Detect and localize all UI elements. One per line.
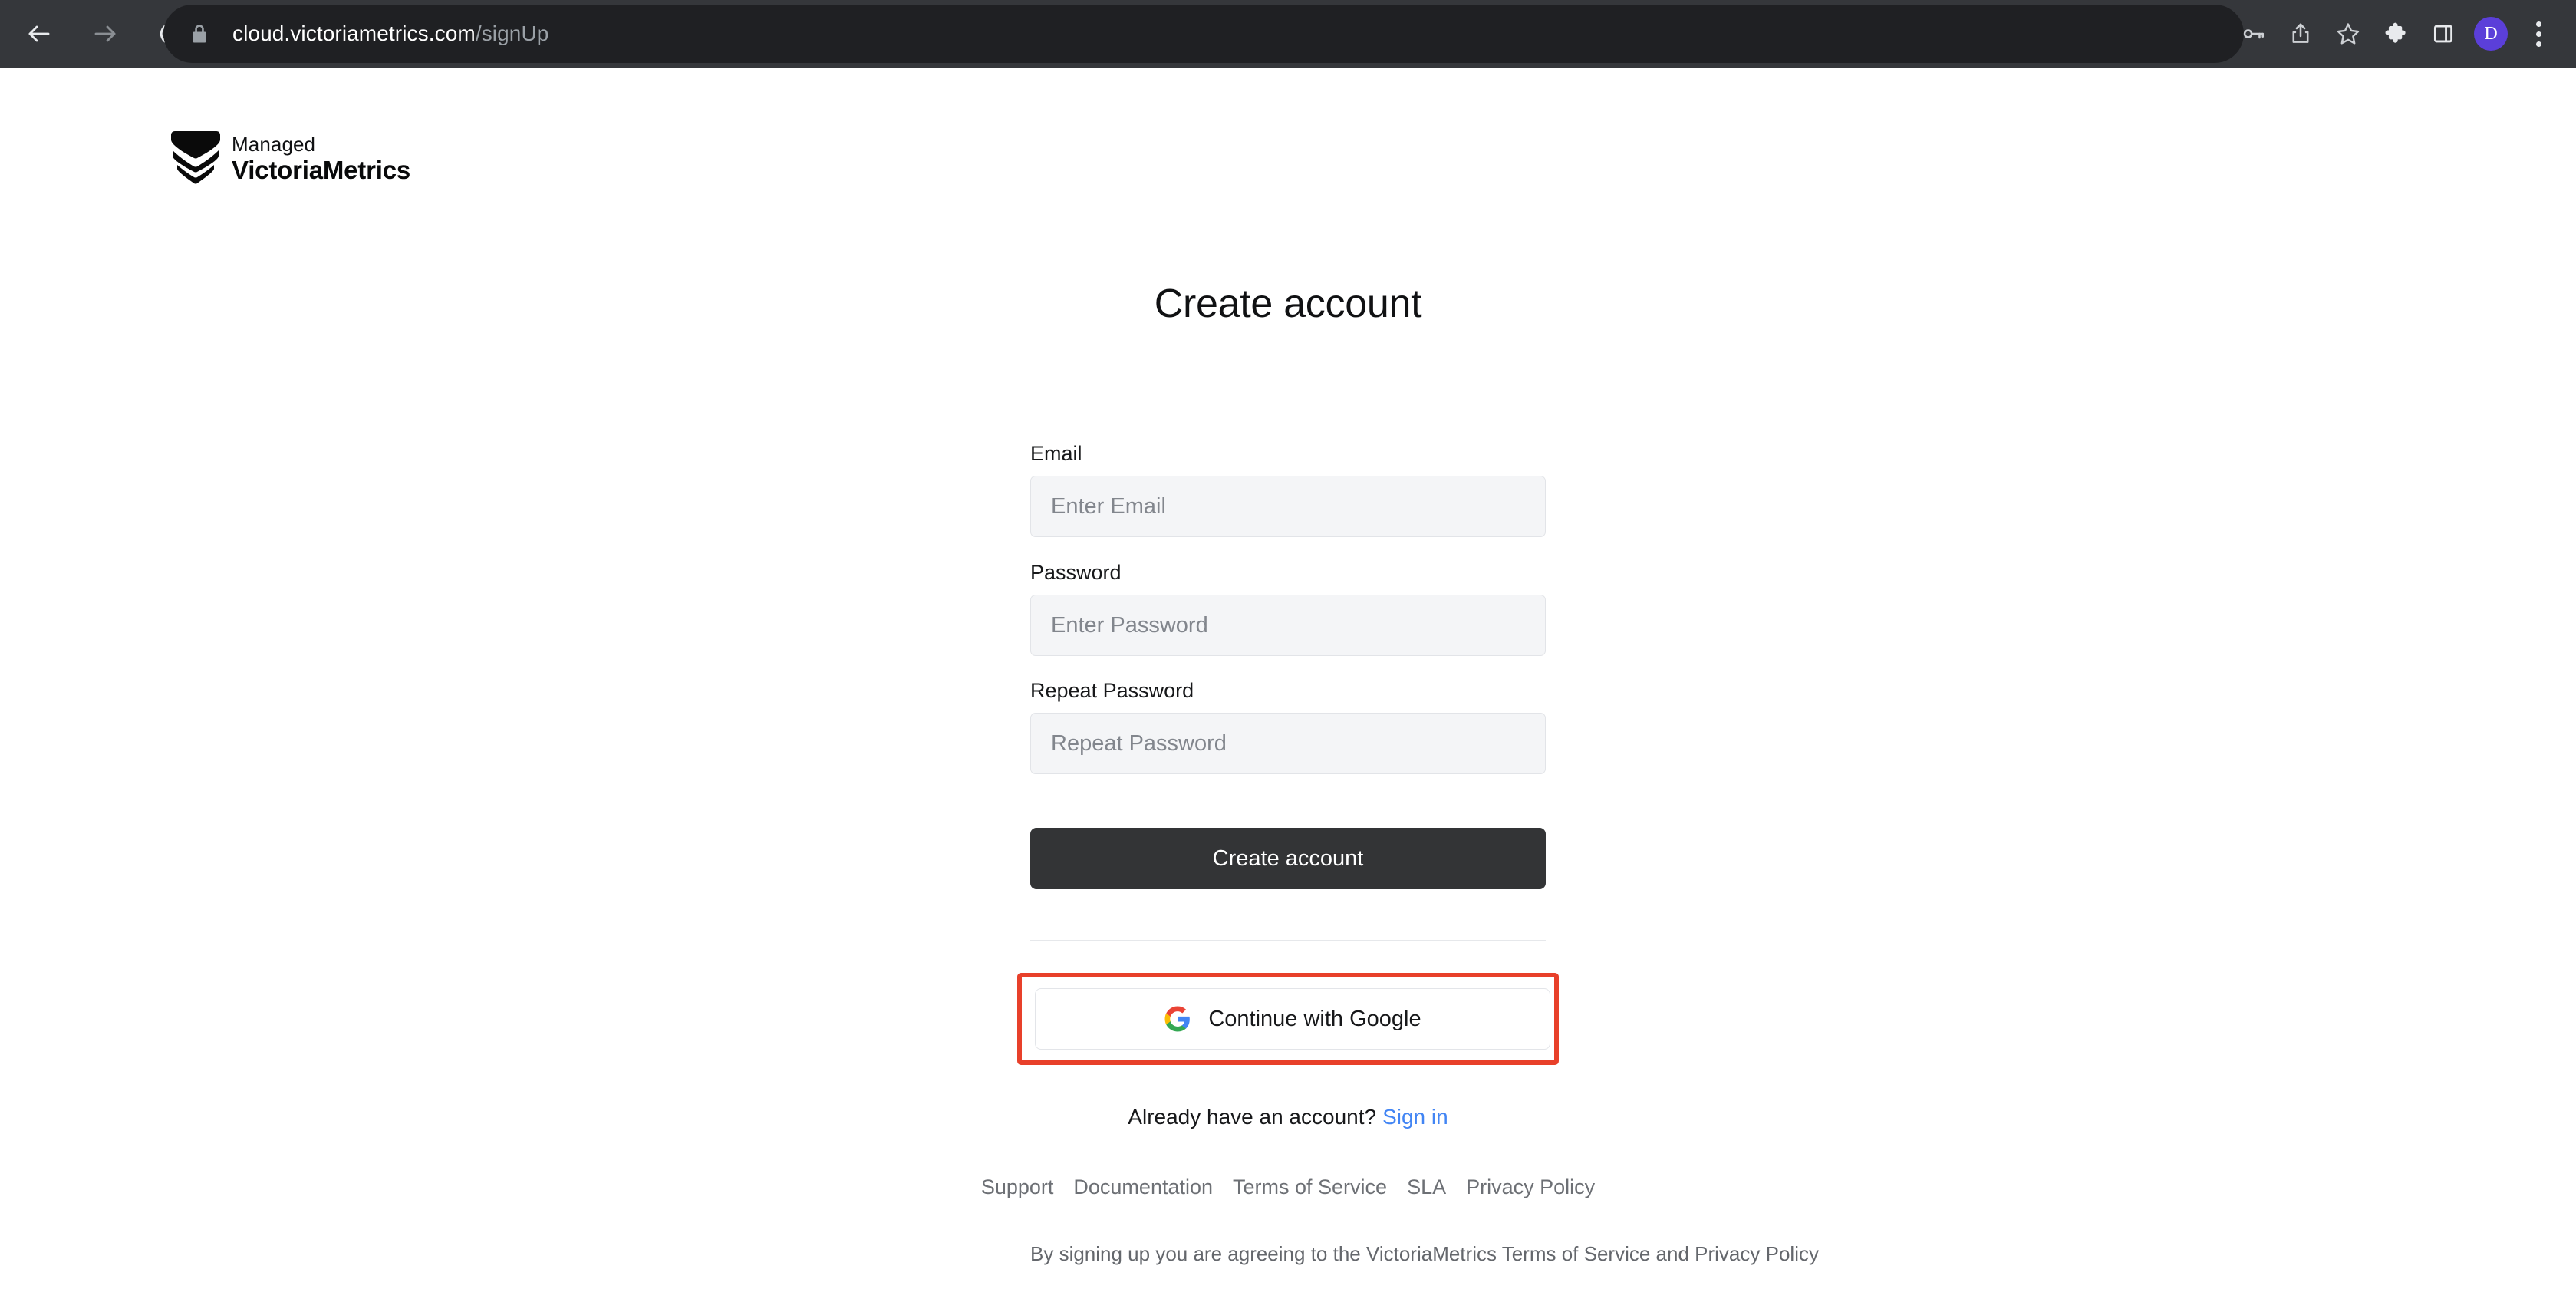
chevron-shield-logo-icon bbox=[171, 131, 220, 184]
continue-with-google-button[interactable]: Continue with Google bbox=[1035, 988, 1550, 1050]
toolbar-actions: D bbox=[2229, 0, 2576, 68]
star-icon bbox=[2337, 23, 2360, 45]
navigation-controls bbox=[0, 18, 187, 50]
share-icon[interactable] bbox=[2277, 10, 2324, 58]
puzzle-icon bbox=[2385, 22, 2406, 43]
footer-link-sla[interactable]: SLA bbox=[1407, 1175, 1446, 1199]
back-button[interactable] bbox=[23, 18, 55, 50]
password-label: Password bbox=[1030, 561, 1122, 584]
back-arrow-icon bbox=[28, 25, 50, 42]
google-button-label: Continue with Google bbox=[1208, 1006, 1421, 1031]
browser-toolbar: cloud.victoriametrics.com/signUp D bbox=[0, 0, 2576, 68]
sign-in-link[interactable]: Sign in bbox=[1382, 1105, 1448, 1129]
signup-form: Create account Email Password Repeat Pas… bbox=[981, 68, 1819, 1266]
brand-logo: Managed VictoriaMetrics bbox=[170, 130, 410, 186]
url-domain: cloud.victoriametrics.com bbox=[232, 21, 476, 45]
footer-link-documentation[interactable]: Documentation bbox=[1073, 1175, 1213, 1199]
password-manager-icon[interactable] bbox=[2229, 10, 2277, 58]
address-bar[interactable]: cloud.victoriametrics.com/signUp bbox=[163, 5, 2244, 63]
url-text: cloud.victoriametrics.com/signUp bbox=[232, 21, 548, 46]
form-divider bbox=[1030, 940, 1546, 941]
email-label: Email bbox=[1030, 442, 1082, 465]
footer-links: Support Documentation Terms of Service S… bbox=[981, 1175, 1595, 1199]
google-button-highlight: Continue with Google bbox=[1017, 973, 1559, 1065]
footer-link-terms-of-service[interactable]: Terms of Service bbox=[1233, 1175, 1387, 1199]
footer-link-privacy-policy[interactable]: Privacy Policy bbox=[1466, 1175, 1595, 1199]
lock-icon bbox=[193, 25, 206, 43]
key-icon bbox=[2243, 29, 2265, 39]
forward-button[interactable] bbox=[89, 18, 121, 50]
legal-disclaimer: By signing up you are agreeing to the Vi… bbox=[1030, 1242, 1819, 1265]
share-upload-icon bbox=[2292, 23, 2309, 43]
brand-name-label: VictoriaMetrics bbox=[232, 155, 410, 184]
avatar: D bbox=[2474, 17, 2508, 51]
browser-menu-button[interactable] bbox=[2515, 10, 2562, 58]
footer-link-support[interactable]: Support bbox=[981, 1175, 1054, 1199]
password-field-group: Password bbox=[1030, 561, 1546, 656]
page-title: Create account bbox=[1154, 282, 1422, 326]
repeat-password-input[interactable] bbox=[1030, 713, 1546, 774]
panel-icon bbox=[2433, 25, 2453, 43]
email-field-group: Email bbox=[1030, 442, 1546, 537]
profile-avatar[interactable]: D bbox=[2467, 10, 2515, 58]
bookmark-star-icon[interactable] bbox=[2324, 10, 2372, 58]
signin-prompt-text: Already have an account? bbox=[1128, 1105, 1377, 1129]
create-account-button[interactable]: Create account bbox=[1030, 828, 1546, 889]
google-g-icon bbox=[1164, 1006, 1191, 1032]
repeat-password-label: Repeat Password bbox=[1030, 679, 1194, 702]
page-content: Managed VictoriaMetrics Create account E… bbox=[0, 68, 2576, 1312]
signin-prompt-row: Already have an account? Sign in bbox=[1030, 1105, 1546, 1129]
kebab-menu-icon bbox=[2535, 21, 2541, 47]
url-path: /signUp bbox=[475, 21, 549, 45]
extensions-puzzle-icon[interactable] bbox=[2372, 10, 2420, 58]
password-input[interactable] bbox=[1030, 595, 1546, 656]
email-input[interactable] bbox=[1030, 476, 1546, 537]
brand-text: Managed VictoriaMetrics bbox=[232, 134, 410, 183]
forward-arrow-icon bbox=[94, 25, 116, 42]
repeat-password-field-group: Repeat Password bbox=[1030, 679, 1546, 774]
brand-managed-label: Managed bbox=[232, 132, 316, 156]
side-panel-icon[interactable] bbox=[2420, 10, 2467, 58]
